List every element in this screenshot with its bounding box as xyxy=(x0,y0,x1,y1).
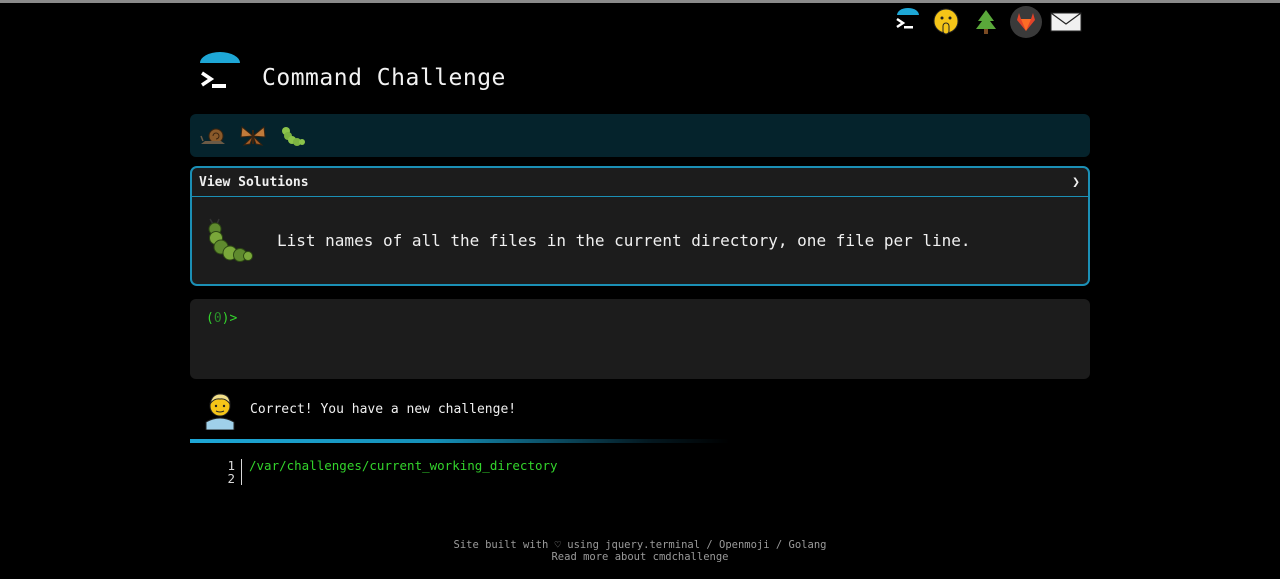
footer: Site built with ♡ using jquery.terminal … xyxy=(0,539,1280,563)
challenge-body: List names of all the files in the curre… xyxy=(192,197,1088,284)
site-logo-icon[interactable] xyxy=(196,51,244,95)
mail-icon[interactable] xyxy=(1050,6,1082,38)
caterpillar-icon xyxy=(204,216,254,266)
challenge-panel: View Solutions ❯ List names of all the f… xyxy=(190,166,1090,286)
caterpillar-icon[interactable] xyxy=(278,121,308,151)
challenge-description: List names of all the files in the curre… xyxy=(277,231,971,250)
footer-credits-link[interactable]: Site built with ♡ using jquery.terminal … xyxy=(0,539,1280,551)
progress-bar xyxy=(190,439,730,443)
line-number: 2 xyxy=(227,471,235,486)
page-title: Command Challenge xyxy=(262,65,506,91)
prompt-exit-code: 0 xyxy=(213,311,222,326)
chevron-right-icon: ❯ xyxy=(1072,174,1080,190)
person-avatar-icon xyxy=(200,388,240,431)
terminal-logo-icon[interactable] xyxy=(890,6,922,38)
gitlab-icon[interactable] xyxy=(1010,6,1042,38)
prompt-close: )> xyxy=(221,311,238,326)
editor-code: /var/challenges/current_working_director… xyxy=(242,459,558,485)
output-editor: 1 2 /var/challenges/current_working_dire… xyxy=(220,459,558,485)
view-solutions-label: View Solutions xyxy=(199,174,309,190)
snail-icon[interactable] xyxy=(198,121,228,151)
view-solutions-toggle[interactable]: View Solutions ❯ xyxy=(192,168,1088,197)
shushing-face-icon[interactable] xyxy=(930,6,962,38)
achievement-badge-bar xyxy=(190,114,1090,157)
top-border xyxy=(0,0,1280,3)
butterfly-icon[interactable] xyxy=(238,121,268,151)
terminal[interactable]: (0)> xyxy=(190,299,1090,379)
line-number-gutter: 1 2 xyxy=(220,459,242,485)
prompt-open: ( xyxy=(206,311,214,326)
status-message-text: Correct! You have a new challenge! xyxy=(250,401,517,417)
footer-about-link[interactable]: Read more about cmdchallenge xyxy=(0,551,1280,563)
tree-icon[interactable] xyxy=(970,6,1002,38)
status-message: Correct! You have a new challenge! xyxy=(200,388,517,431)
code-line: /var/challenges/current_working_director… xyxy=(249,458,558,473)
top-icon-bar xyxy=(890,6,1082,38)
